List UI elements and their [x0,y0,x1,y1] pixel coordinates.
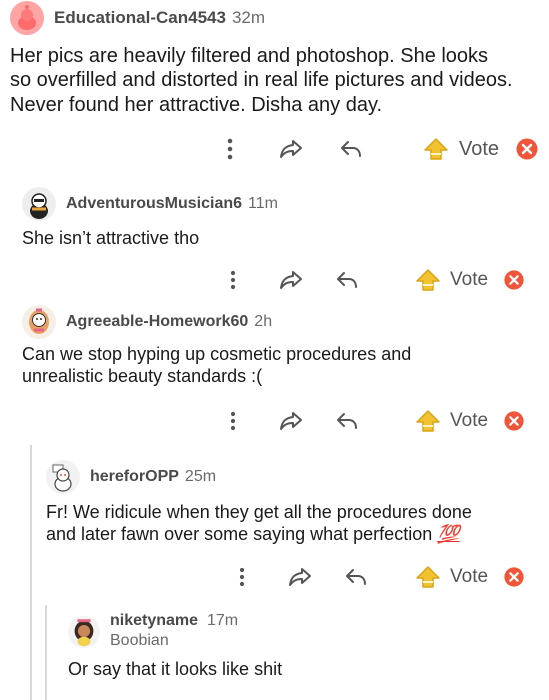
more-vertical-icon [230,270,236,290]
vote-label: Vote [450,269,489,290]
author-name[interactable]: Educational-Can4543 [54,8,226,28]
comment-header: AdventurousMusician6 11m [22,186,278,222]
comment-agreeable-homework60: Agreeable-Homework60 2h Can we stop hypi… [0,300,549,440]
comment-adventurousmusician6: AdventurousMusician6 11m She isn’t attra… [0,180,549,300]
reply-button[interactable] [342,562,370,592]
author-name[interactable]: AdventurousMusician6 [66,195,242,213]
upvote-button[interactable] [414,406,442,436]
comment-header: hereforOPP 25m [46,459,216,495]
upvote-icon [416,410,440,432]
user-flair: Boobian [110,632,169,649]
comment-body-line: and later fawn over some saying what per… [46,523,433,544]
comment-actions: Vote [0,265,549,295]
comment-body-line: Fr! We ridicule when they get all the pr… [46,502,472,522]
more-vertical-icon [230,411,236,431]
comment-header: niketyname 17m Boobian [68,612,310,652]
share-icon [289,568,311,586]
comment-educational-can4543: Educational-Can4543 32m Her pics are hea… [0,0,549,170]
comment-body: Her pics are heavily filtered and photos… [10,44,513,117]
more-options-button[interactable] [222,134,238,164]
comment-age: 2h [254,313,273,330]
comment-body-line: unrealistic beauty standards :( [22,365,263,386]
comment-header: Agreeable-Homework60 2h [22,304,272,340]
snoo-avatar-icon [10,1,44,35]
vote-label: Vote [450,410,489,431]
author-name[interactable]: Agreeable-Homework60 [66,313,248,331]
avatar[interactable] [22,187,56,221]
comment-age: 32m [231,8,266,27]
comment-body-line: Never found her attractive. Disha any da… [10,93,383,116]
comment-niketyname: niketyname 17m Boobian Or say that it lo… [0,612,549,700]
vote-label: Vote [459,137,500,160]
comment-body: Can we stop hyping up cosmetic procedure… [22,344,411,388]
comment-actions: Vote [0,562,549,592]
snoo-avatar-icon [46,460,80,494]
share-button[interactable] [286,562,314,592]
comment-age: 17m [207,612,239,629]
downvote-icon [504,411,524,431]
comment-hereforopp: hereforOPP 25m Fr! We ridicule when they… [0,455,549,605]
snoo-avatar-icon [68,616,100,648]
reply-button[interactable] [333,265,361,295]
more-vertical-icon [239,567,245,587]
downvote-icon [516,138,538,160]
upvote-icon [416,566,440,588]
avatar[interactable] [46,460,80,494]
upvote-button[interactable] [414,562,442,592]
upvote-icon [416,269,440,291]
reply-icon [346,569,366,585]
author-name[interactable]: niketyname [110,612,198,630]
comment-actions: Vote [0,406,549,436]
author-name[interactable]: hereforOPP [90,468,179,486]
downvote-button[interactable] [502,406,526,436]
author-block: niketyname 17m Boobian [110,612,310,652]
share-button[interactable] [277,265,305,295]
comment-body: She isn’t attractive tho [22,228,199,250]
downvote-icon [504,567,524,587]
upvote-icon [424,138,448,160]
hundred-points-emoji: 💯 [437,523,460,544]
downvote-button[interactable] [502,265,526,295]
share-icon [280,140,302,158]
upvote-button[interactable] [422,134,450,164]
comment-body-line: She isn’t attractive tho [22,228,200,248]
comment-body-line-with-emoji: and later fawn over some saying what per… [46,524,472,546]
more-options-button[interactable] [225,265,241,295]
reply-icon [337,413,357,429]
avatar[interactable] [22,305,56,339]
downvote-button[interactable] [502,562,526,592]
comment-body: Fr! We ridicule when they get all the pr… [46,502,472,546]
comment-body-line: Her pics are heavily filtered and photos… [10,45,489,67]
reply-icon [341,141,361,157]
comment-body: Or say that it looks like shit [68,659,282,681]
comment-body-line: so overfilled and distorted in real life… [10,69,513,92]
more-options-button[interactable] [234,562,250,592]
snoo-avatar-icon [22,305,56,339]
comment-header: Educational-Can4543 32m [10,0,265,36]
comment-body-line: Can we stop hyping up cosmetic procedure… [22,344,412,364]
comment-age: 25m [184,468,217,485]
share-icon [280,271,302,289]
reply-button[interactable] [333,406,361,436]
comment-age: 11m [248,195,278,212]
avatar[interactable] [68,616,100,648]
comment-body-line: Or say that it looks like shit [68,659,283,679]
share-button[interactable] [277,406,305,436]
comment-actions: Vote [0,134,549,164]
reply-button[interactable] [337,134,365,164]
downvote-icon [504,270,524,290]
more-options-button[interactable] [225,406,241,436]
downvote-button[interactable] [514,134,540,164]
snoo-avatar-icon [22,187,56,221]
more-vertical-icon [227,138,233,160]
share-button[interactable] [277,134,305,164]
share-icon [280,412,302,430]
avatar[interactable] [10,1,44,35]
upvote-button[interactable] [414,265,442,295]
vote-label: Vote [450,566,489,587]
reply-icon [337,272,357,288]
